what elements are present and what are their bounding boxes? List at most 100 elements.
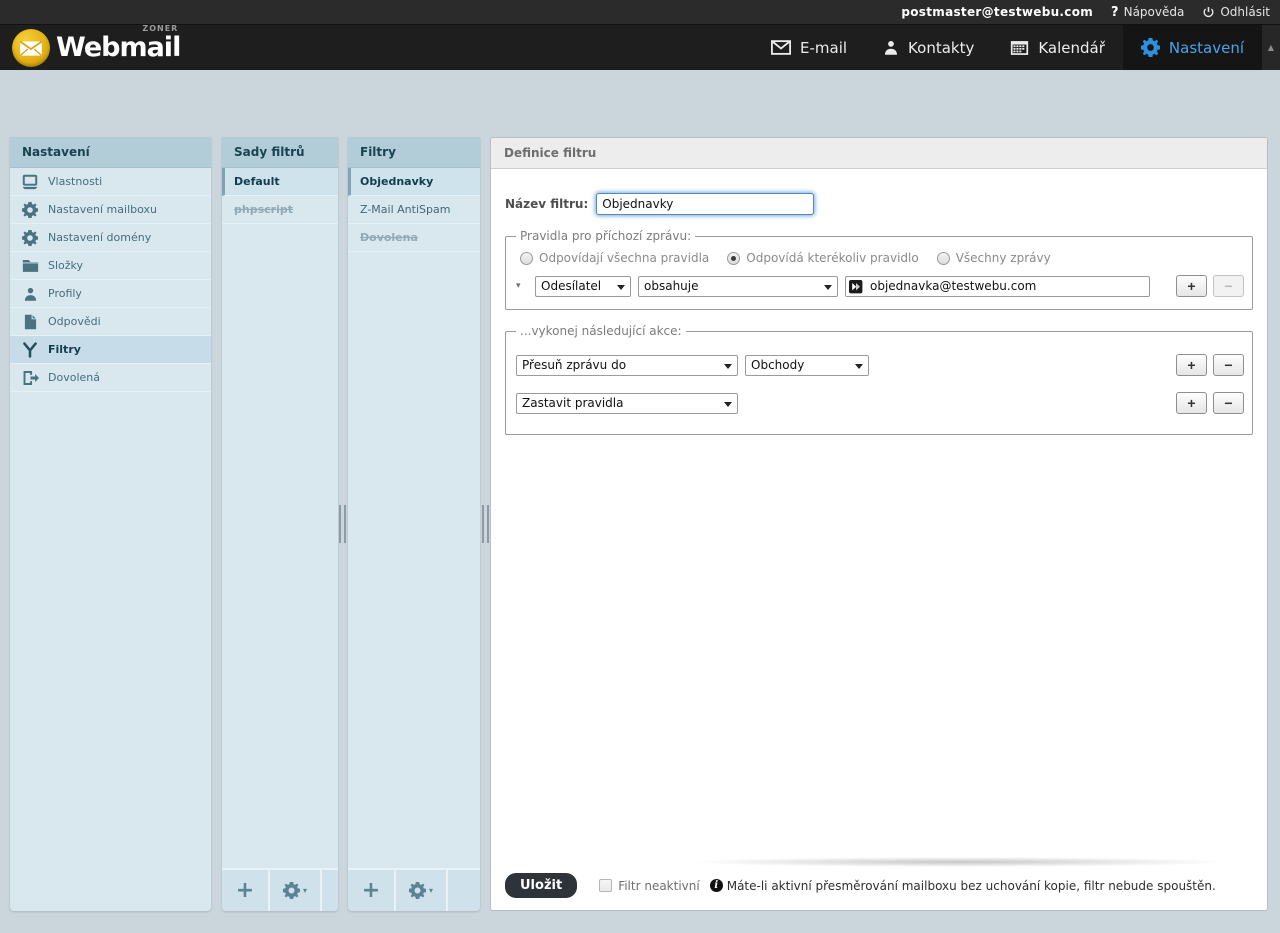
remove-rule-button[interactable]: −: [1213, 275, 1244, 297]
top-bar: postmaster@testwebu.com ? Nápověda Odhlá…: [0, 0, 1280, 24]
action-row: Zastavit pravidla + −: [516, 392, 1244, 414]
envelope-icon: [771, 40, 791, 55]
sidebar-item-filtry[interactable]: Filtry: [10, 336, 211, 364]
monitor-icon: [20, 173, 40, 191]
column-resize-grip[interactable]: [482, 505, 490, 543]
sidebar-item-label: Profily: [48, 287, 82, 300]
plus-icon: +: [362, 880, 380, 902]
sidebar-item-label: Složky: [48, 259, 83, 272]
add-filter-set-button[interactable]: +: [222, 870, 270, 911]
action-type-select[interactable]: Přesuň zprávu do: [516, 355, 738, 376]
filter-actions-menu-button[interactable]: ▾: [396, 870, 448, 911]
filter-item-dovolena[interactable]: Dovolena: [348, 224, 480, 252]
sidebar-item-nastaveni-domeny[interactable]: Nastavení domény: [10, 224, 211, 252]
footer-note: i Máte-li aktivní přesměrování mailboxu …: [710, 879, 1216, 893]
filter-sets-title: Sady filtrů: [222, 137, 338, 168]
action-target-select[interactable]: Obchody: [745, 355, 869, 376]
webmail-logo[interactable]: ZONER Webmail: [0, 25, 260, 70]
sidebar-item-odpovedi[interactable]: Odpovědi: [10, 308, 211, 336]
filter-name-row: Název filtru:: [505, 193, 1253, 215]
filter-editor-panel: Definice filtru Název filtru: Pravidla p…: [490, 137, 1268, 911]
calendar-icon: [1010, 40, 1029, 56]
nav-item-kontakty[interactable]: Kontakty: [865, 25, 992, 70]
filters-toolbar: + ▾: [348, 868, 480, 911]
logout-label: Odhlásit: [1220, 5, 1270, 19]
nav-label-email: E-mail: [800, 39, 847, 57]
logout-link[interactable]: Odhlásit: [1202, 5, 1270, 19]
list-item-label: phpscript: [234, 203, 293, 216]
gear-icon: [409, 882, 426, 899]
radio-icon-checked: [727, 252, 740, 265]
filter-icon: [20, 341, 40, 359]
add-action-button[interactable]: +: [1176, 392, 1207, 414]
rule-operator-select[interactable]: obsahuje: [638, 276, 838, 297]
radio-label: Odpovídá kterékoliv pravidlo: [746, 251, 918, 265]
radio-match-all-messages[interactable]: Všechny zprávy: [937, 251, 1051, 265]
sidebar-item-vlastnosti[interactable]: Vlastnosti: [10, 168, 211, 196]
filter-set-actions-menu-button[interactable]: ▾: [270, 870, 322, 911]
sidebar-item-nastaveni-mailboxu[interactable]: Nastavení mailboxu: [10, 196, 211, 224]
action-type-select[interactable]: Zastavit pravidla: [516, 393, 738, 414]
nav-collapse-button[interactable]: ▲: [1262, 25, 1280, 70]
sidebar-item-profily[interactable]: Profily: [10, 280, 211, 308]
nav-item-email[interactable]: E-mail: [753, 25, 865, 70]
list-item-label: Dovolena: [360, 231, 418, 244]
rule-row: ▾ Odesílatel obsahuje + −: [516, 275, 1244, 297]
filter-item-zmail-antispam[interactable]: Z-Mail AntiSpam: [348, 196, 480, 224]
add-filter-button[interactable]: +: [348, 870, 396, 911]
chevron-down-icon: ▾: [429, 886, 433, 895]
radio-icon: [937, 252, 950, 265]
filter-name-input[interactable]: [596, 193, 814, 215]
add-rule-button[interactable]: +: [1176, 275, 1207, 297]
remove-action-button[interactable]: −: [1213, 392, 1244, 414]
help-icon: ?: [1111, 5, 1119, 20]
filter-item-objednavky[interactable]: Objednavky: [348, 168, 480, 196]
sidebar-item-label: Dovolená: [48, 371, 100, 384]
filters-list: Objednavky Z-Mail AntiSpam Dovolena: [348, 168, 480, 868]
info-icon: i: [710, 879, 723, 892]
toolbar-spacer: [322, 870, 338, 911]
nav-label-nastaveni: Nastavení: [1169, 39, 1244, 57]
nav-label-kontakty: Kontakty: [908, 39, 974, 57]
radio-match-any[interactable]: Odpovídá kterékoliv pravidlo: [727, 251, 918, 265]
add-action-button[interactable]: +: [1176, 354, 1207, 376]
help-link[interactable]: ? Nápověda: [1111, 5, 1184, 20]
editor-spacer: [505, 435, 1253, 857]
sidebar-item-slozky[interactable]: Složky: [10, 252, 211, 280]
filter-sets-column: Sady filtrů Default phpscript + ▾: [222, 137, 338, 911]
address-picker-icon[interactable]: [849, 279, 863, 298]
filter-set-item-phpscript[interactable]: phpscript: [222, 196, 338, 224]
nav-item-nastaveni[interactable]: Nastavení: [1123, 25, 1262, 70]
sidebar-item-dovolena[interactable]: Dovolená: [10, 364, 211, 392]
column-resize-grip[interactable]: [339, 505, 347, 543]
radio-match-all[interactable]: Odpovídají všechna pravidla: [520, 251, 709, 265]
save-button[interactable]: Uložit: [505, 873, 577, 898]
help-label: Nápověda: [1124, 5, 1185, 19]
webmail-settings-page: postmaster@testwebu.com ? Nápověda Odhlá…: [0, 0, 1280, 933]
footer-note-text: Máte-li aktivní přesměrování mailboxu be…: [727, 879, 1216, 893]
person-icon: [883, 39, 899, 56]
rule-field-select[interactable]: Odesílatel: [535, 276, 631, 297]
action-row: Přesuň zprávu do Obchody + −: [516, 354, 1244, 376]
rule-value-input[interactable]: [845, 276, 1150, 297]
rule-row-buttons: + −: [1176, 275, 1244, 297]
footer-shadow-divider: [695, 857, 1223, 867]
radio-label: Odpovídají všechna pravidla: [539, 251, 709, 265]
filter-set-item-default[interactable]: Default: [222, 168, 338, 196]
nav-items: E-mail Kontakty Kalendář Nastavení: [753, 25, 1280, 70]
filter-sets-toolbar: + ▾: [222, 868, 338, 911]
folder-icon: [20, 257, 40, 275]
settings-nav-list: Vlastnosti Nastavení mailboxu Nastavení …: [10, 168, 211, 911]
incoming-rules-fieldset: Pravidla pro příchozí zprávu: Odpovídají…: [505, 229, 1253, 310]
rule-row-expander-icon[interactable]: ▾: [516, 281, 528, 291]
remove-action-button[interactable]: −: [1213, 354, 1244, 376]
actions-fieldset: ...vykonej následující akce: Přesuň zprá…: [505, 324, 1253, 435]
gear-icon: [20, 229, 40, 247]
checkbox-icon[interactable]: [599, 879, 612, 892]
nav-item-kalendar[interactable]: Kalendář: [992, 25, 1123, 70]
list-item-label: Z-Mail AntiSpam: [360, 203, 450, 216]
sidebar-item-label: Nastavení mailboxu: [48, 203, 157, 216]
gear-icon: [20, 201, 40, 219]
logged-in-user-email: postmaster@testwebu.com: [901, 5, 1093, 19]
filter-inactive-checkbox-wrap[interactable]: Filtr neaktivní: [599, 879, 700, 893]
